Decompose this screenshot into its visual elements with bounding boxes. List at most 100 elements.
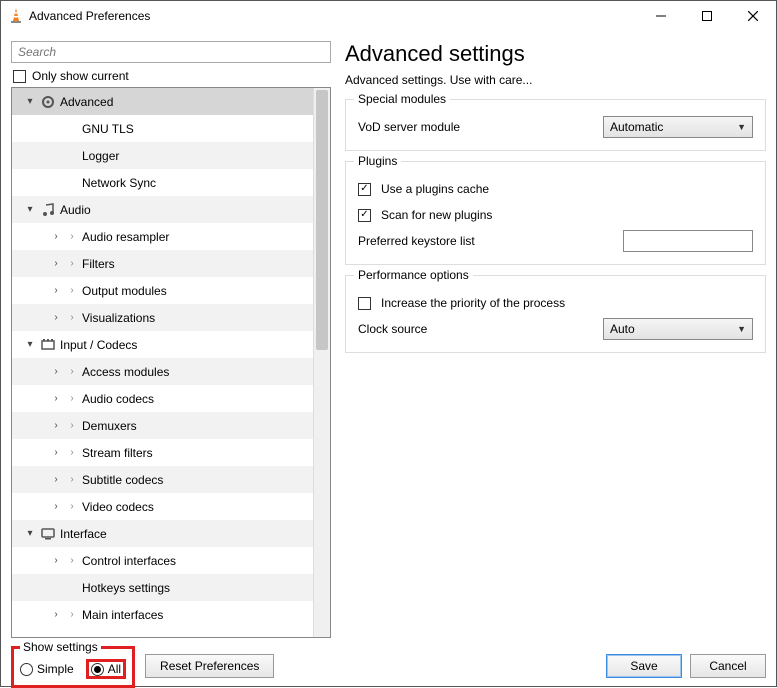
tree-row[interactable]: GNU TLS — [12, 115, 313, 142]
tree-row[interactable]: ››Stream filters — [12, 439, 313, 466]
tree-label: GNU TLS — [82, 122, 134, 136]
iface-icon — [38, 526, 58, 542]
only-show-current-checkbox[interactable] — [13, 70, 26, 83]
save-button[interactable]: Save — [606, 654, 682, 678]
tree-row[interactable]: ››Output modules — [12, 277, 313, 304]
expander-icon[interactable]: › — [48, 474, 64, 485]
expander-icon[interactable]: ▾ — [22, 528, 38, 539]
chevron-right-icon: › — [64, 609, 80, 620]
page-title: Advanced settings — [345, 41, 766, 67]
radio-simple[interactable] — [20, 663, 33, 676]
tree-row[interactable]: ››Visualizations — [12, 304, 313, 331]
tree-row[interactable]: ››Filters — [12, 250, 313, 277]
priority-row[interactable]: Increase the priority of the process — [358, 290, 753, 316]
close-button[interactable] — [730, 1, 776, 31]
tree-label: Hotkeys settings — [82, 581, 170, 595]
clock-select-value: Auto — [610, 322, 635, 336]
group-legend: Special modules — [354, 92, 450, 106]
scrollbar-thumb[interactable] — [316, 90, 328, 350]
expander-icon[interactable]: › — [48, 285, 64, 296]
expander-icon[interactable]: › — [48, 501, 64, 512]
radio-all[interactable] — [91, 663, 104, 676]
music-icon — [38, 202, 58, 218]
vod-select[interactable]: Automatic ▼ — [603, 116, 753, 138]
vod-select-value: Automatic — [610, 120, 663, 134]
page-subtitle: Advanced settings. Use with care... — [345, 73, 766, 87]
tree-row[interactable]: ››Video codecs — [12, 493, 313, 520]
tree-row[interactable]: ››Subtitle codecs — [12, 466, 313, 493]
tree-label: Audio — [60, 203, 91, 217]
priority-checkbox[interactable] — [358, 297, 371, 310]
tree-label: Subtitle codecs — [82, 473, 163, 487]
minimize-button[interactable] — [638, 1, 684, 31]
radio-all-highlight: All — [86, 659, 126, 679]
show-settings-legend: Show settings — [20, 640, 101, 654]
chevron-right-icon: › — [64, 555, 80, 566]
tree-row[interactable]: Hotkeys settings — [12, 574, 313, 601]
chevron-down-icon: ▼ — [737, 122, 746, 132]
expander-icon[interactable]: ▾ — [22, 204, 38, 215]
tree-label: Filters — [82, 257, 115, 271]
expander-icon[interactable]: ▾ — [22, 339, 38, 350]
expander-icon[interactable]: ▾ — [22, 96, 38, 107]
search-input[interactable] — [11, 41, 331, 63]
chevron-right-icon: › — [64, 366, 80, 377]
save-label: Save — [630, 659, 657, 673]
tree-row[interactable]: ▾Input / Codecs — [12, 331, 313, 358]
use-cache-checkbox[interactable]: ✓ — [358, 183, 371, 196]
expander-icon[interactable]: › — [48, 366, 64, 377]
group-plugins: Plugins ✓ Use a plugins cache ✓ Scan for… — [345, 161, 766, 265]
clock-select[interactable]: Auto ▼ — [603, 318, 753, 340]
tree-row[interactable]: Logger — [12, 142, 313, 169]
tree-row[interactable]: ››Access modules — [12, 358, 313, 385]
tree-row[interactable]: ››Main interfaces — [12, 601, 313, 628]
expander-icon[interactable]: › — [48, 609, 64, 620]
group-legend: Performance options — [354, 268, 473, 282]
bottom-bar: Show settings Simple All Reset Preferenc… — [1, 638, 776, 686]
tree-label: Access modules — [82, 365, 169, 379]
tree-row[interactable]: ››Audio resampler — [12, 223, 313, 250]
gear-icon — [38, 94, 58, 110]
expander-icon[interactable]: › — [48, 447, 64, 458]
tree-row[interactable]: ››Control interfaces — [12, 547, 313, 574]
radio-all-label: All — [108, 662, 121, 676]
reset-label: Reset Preferences — [160, 659, 259, 673]
tree[interactable]: ▾Advanced GNU TLS LoggerNetwork Sync ▾ Audio… — [12, 88, 313, 637]
expander-icon[interactable]: › — [48, 231, 64, 242]
tree-label: Demuxers — [82, 419, 137, 433]
left-panel: Only show current ▾Advanced GNU TLS Logger… — [11, 41, 331, 638]
expander-icon[interactable]: › — [48, 393, 64, 404]
chevron-right-icon: › — [64, 420, 80, 431]
expander-icon[interactable]: › — [48, 555, 64, 566]
maximize-button[interactable] — [684, 1, 730, 31]
use-cache-row[interactable]: ✓ Use a plugins cache — [358, 176, 753, 202]
chevron-right-icon: › — [64, 447, 80, 458]
expander-icon[interactable]: › — [48, 420, 64, 431]
chevron-right-icon: › — [64, 474, 80, 485]
titlebar: Advanced Preferences — [1, 1, 776, 31]
chevron-down-icon: ▼ — [737, 324, 746, 334]
tree-label: Interface — [60, 527, 107, 541]
scan-new-label: Scan for new plugins — [381, 208, 492, 222]
cancel-button[interactable]: Cancel — [690, 654, 766, 678]
cancel-label: Cancel — [709, 659, 746, 673]
tree-row[interactable]: ▾ Audio — [12, 196, 313, 223]
expander-icon[interactable]: › — [48, 312, 64, 323]
keystore-input[interactable] — [623, 230, 753, 252]
expander-icon[interactable]: › — [48, 258, 64, 269]
preferences-window: Advanced Preferences Only show current ▾… — [0, 0, 777, 687]
tree-row[interactable]: Network Sync — [12, 169, 313, 196]
tree-label: Main interfaces — [82, 608, 163, 622]
tree-row[interactable]: ››Audio codecs — [12, 385, 313, 412]
only-show-current-row[interactable]: Only show current — [13, 69, 331, 83]
tree-label: Stream filters — [82, 446, 153, 460]
keystore-label: Preferred keystore list — [358, 234, 613, 248]
scan-new-row[interactable]: ✓ Scan for new plugins — [358, 202, 753, 228]
reset-preferences-button[interactable]: Reset Preferences — [145, 654, 274, 678]
codec-icon — [38, 337, 58, 353]
tree-row[interactable]: ▾ Interface — [12, 520, 313, 547]
scan-new-checkbox[interactable]: ✓ — [358, 209, 371, 222]
scrollbar[interactable] — [313, 88, 330, 637]
tree-row[interactable]: ››Demuxers — [12, 412, 313, 439]
tree-row[interactable]: ▾Advanced — [12, 88, 313, 115]
